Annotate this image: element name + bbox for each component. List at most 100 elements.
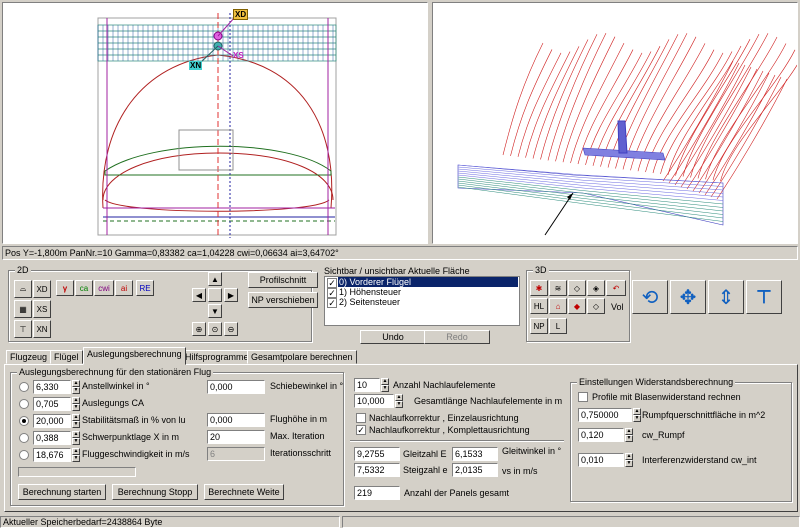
vertical-move-icon[interactable]: ⇕ xyxy=(708,280,744,314)
l-button[interactable]: L xyxy=(549,318,567,334)
wake-line xyxy=(630,36,697,171)
flight-row-spinner-3[interactable]: ▲ ▼ xyxy=(71,431,80,445)
view-2d[interactable]: XD XS XN xyxy=(2,2,428,244)
wake-length-label: Gesamtlänge Nachlaufelemente in m xyxy=(414,396,563,406)
rumpf-area-spinner[interactable]: ▲ ▼ xyxy=(632,408,641,422)
flight-row-spinner-1[interactable]: ▲ ▼ xyxy=(71,397,80,411)
profilschnitt-button[interactable]: Profilschnitt xyxy=(248,272,318,288)
surface-checkbox-0[interactable]: ✓ xyxy=(327,278,337,288)
arrow-down-button[interactable]: ▼ xyxy=(208,304,222,318)
wake-correction-single-checkbox[interactable] xyxy=(356,413,366,423)
paint-icon[interactable]: ✱ xyxy=(530,280,548,296)
surface-item-1[interactable]: 1) Höhensteuer xyxy=(339,287,401,297)
tab-flugzeug[interactable]: Flugzeug xyxy=(6,350,52,364)
berechnete-weite-button[interactable]: Berechnete Weite xyxy=(204,484,284,500)
flight-row-radio-1[interactable] xyxy=(19,399,29,409)
surface-red-icon[interactable]: ◆ xyxy=(568,298,586,314)
cw-int-field[interactable]: 0,010 xyxy=(578,453,624,467)
zoom-in-icon[interactable]: ⊕ xyxy=(192,322,206,336)
xn-button[interactable]: XN xyxy=(33,320,51,338)
surface-list[interactable]: ✓ 0) Vorderer Flügel ✓ 1) Höhensteuer ✓ … xyxy=(324,276,520,326)
re-button[interactable]: RE xyxy=(136,280,154,296)
tab-fluegel[interactable]: Flügel xyxy=(50,350,83,364)
flight-row-spinner-4[interactable]: ▲ ▼ xyxy=(71,448,80,462)
cw-int-label: Interferenzwiderstand cw_int xyxy=(642,455,757,465)
view-3d[interactable] xyxy=(432,2,800,244)
wake-count-field[interactable]: 10 xyxy=(354,378,380,392)
flight-row-radio-4[interactable] xyxy=(19,450,29,460)
rotate-tool-icon[interactable]: ⟲ xyxy=(632,280,668,314)
np-verschieben-button[interactable]: NP verschieben xyxy=(248,292,318,308)
ca-button[interactable]: ca xyxy=(75,280,93,296)
flight-right-value-1[interactable]: 0,000 xyxy=(207,413,265,427)
wake-correction-complete-checkbox[interactable]: ✓ xyxy=(356,425,366,435)
bubble-drag-checkbox[interactable] xyxy=(578,392,588,402)
flight-row-spinner-0[interactable]: ▲ ▼ xyxy=(71,380,80,394)
surface-checkbox-2[interactable]: ✓ xyxy=(327,298,337,308)
rumpf-area-field[interactable]: 0,750000 xyxy=(578,408,632,422)
tab-hilfsprogramme[interactable]: Hilfsprogramme xyxy=(181,350,253,364)
wake-count-spinner[interactable]: ▲ ▼ xyxy=(380,378,389,392)
wing-outline-button[interactable]: ⌓ xyxy=(14,280,32,298)
berechnung-starten-button[interactable]: Berechnung starten xyxy=(18,484,106,500)
panel-3d-title: 3D xyxy=(533,265,549,275)
flight-right-label-3: Iterationsschritt xyxy=(270,448,332,458)
wake-icon[interactable]: ≋ xyxy=(549,280,567,296)
cwi-button[interactable]: cwi xyxy=(94,280,114,296)
flight-right-value-2[interactable]: 20 xyxy=(207,430,265,444)
zoom-fit-icon[interactable]: ⊙ xyxy=(208,322,222,336)
cw-rumpf-spinner[interactable]: ▲ ▼ xyxy=(624,428,633,442)
ai-button[interactable]: ai xyxy=(115,280,133,296)
flight-row-value-4[interactable]: 18,676 xyxy=(33,448,71,462)
flight-row-radio-3[interactable] xyxy=(19,433,29,443)
flight-row-radio-0[interactable] xyxy=(19,382,29,392)
cw-rumpf-field[interactable]: 0,120 xyxy=(578,428,624,442)
undo-button[interactable]: Undo xyxy=(360,330,426,344)
flight-row-value-2[interactable]: 20,000 xyxy=(33,414,71,428)
np-button[interactable]: NP xyxy=(530,318,548,334)
status-top-text: Pos Y=-1,800m PanNr.=10 Gamma=0,83382 ca… xyxy=(5,248,339,258)
tab-auslegungsberechnung[interactable]: Auslegungsberechnung xyxy=(83,347,186,365)
surface-checkbox-1[interactable]: ✓ xyxy=(327,288,337,298)
gleitwinkel-label: Gleitwinkel in ° xyxy=(502,446,562,456)
flight-right-label-2: Max. Iteration xyxy=(270,431,325,441)
cw-int-spinner[interactable]: ▲ ▼ xyxy=(624,453,633,467)
flight-row-value-1[interactable]: 0,705 xyxy=(33,397,71,411)
wake-correction-complete-label: Nachlaufkorrektur , Komplettausrichtung xyxy=(369,425,530,435)
tail-button[interactable]: ⊤ xyxy=(14,320,32,338)
arrow-up-button[interactable]: ▲ xyxy=(208,272,222,286)
rotate-back-icon[interactable]: ↶ xyxy=(606,280,626,296)
flight-row-label-3: Schwerpunktlage X in m xyxy=(82,432,180,442)
xs-button[interactable]: XS xyxy=(33,300,51,318)
gamma-button[interactable]: γ xyxy=(56,280,74,296)
wake-length-spinner[interactable]: ▲ ▼ xyxy=(394,394,403,408)
flight-row-radio-2[interactable] xyxy=(19,416,29,426)
box-icon[interactable]: ◈ xyxy=(587,280,605,296)
grid-wing-button[interactable]: ▦ xyxy=(14,300,32,318)
arrow-left-button[interactable]: ◀ xyxy=(192,288,206,302)
arrow-right-button[interactable]: ▶ xyxy=(224,288,238,302)
wing-shape-icon[interactable]: ◇ xyxy=(568,280,586,296)
berechnung-stopp-button[interactable]: Berechnung Stopp xyxy=(112,484,198,500)
hammer-icon[interactable]: ⊤ xyxy=(746,280,782,314)
xd-button[interactable]: XD xyxy=(33,280,51,298)
flight-row-value-0[interactable]: 6,330 xyxy=(33,380,71,394)
zoom-out-icon[interactable]: ⊖ xyxy=(224,322,238,336)
hl-button[interactable]: HL xyxy=(530,298,548,314)
surface-outline-icon[interactable]: ◇ xyxy=(587,298,605,314)
flight-row-value-3[interactable]: 0,388 xyxy=(33,431,71,445)
wake-length-field[interactable]: 10,000 xyxy=(354,394,394,408)
rumpf-area-label: Rumpfquerschnittfläche in m^2 xyxy=(642,410,766,420)
arrow-center-button[interactable] xyxy=(208,288,222,302)
visibility-header: Sichtbar / unsichtbar Aktuelle Fläche xyxy=(324,266,470,276)
tab-gesamtpolare[interactable]: Gesamtpolare berechnen xyxy=(247,350,357,364)
surface-item-0[interactable]: 0) Vorderer Flügel xyxy=(338,277,518,287)
move-tool-icon[interactable]: ✥ xyxy=(670,280,706,314)
surface-item-2[interactable]: 2) Seitensteuer xyxy=(339,297,400,307)
redo-button[interactable]: Redo xyxy=(424,330,490,344)
flight-right-value-0[interactable]: 0,000 xyxy=(207,380,265,394)
wake-line xyxy=(540,39,589,160)
section-icon[interactable]: ⌂ xyxy=(549,298,567,314)
flight-row-spinner-2[interactable]: ▲ ▼ xyxy=(71,414,80,428)
flight-right-value-3[interactable]: 6 xyxy=(207,447,265,461)
